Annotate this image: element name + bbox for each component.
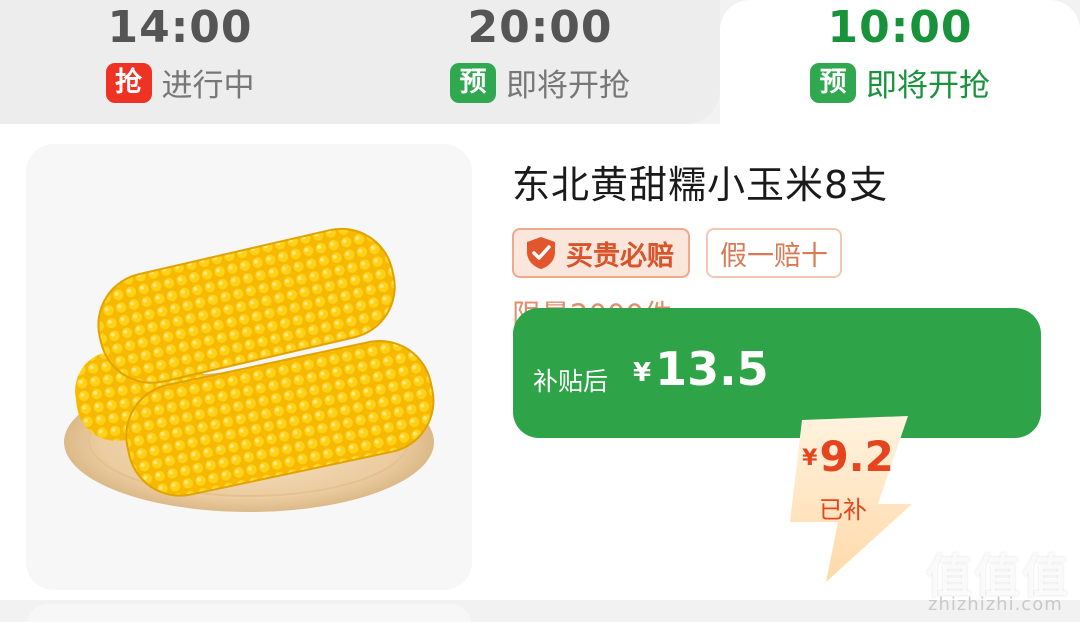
price-guarantee-label: 买贵必赔 — [566, 240, 674, 272]
subsidy-amount: ¥9.2 — [798, 432, 898, 481]
preview-badge: 预 — [450, 62, 496, 103]
tab-time: 10:00 — [827, 2, 973, 53]
session-tabbar: 14:00 抢 进行中 20:00 预 即将开抢 — [0, 0, 720, 124]
price-guarantee-tag: 买贵必赔 — [512, 228, 690, 278]
after-price-value: 13.5 — [655, 342, 769, 396]
product-image[interactable] — [26, 144, 472, 590]
tab-status-label: 进行中 — [161, 68, 255, 104]
currency-symbol: ¥ — [633, 358, 652, 388]
tag-row: 买贵必赔 假一赔十 — [512, 228, 842, 278]
reserve-price-bar[interactable]: 补贴后 ¥13.5 — [513, 308, 1041, 438]
tab-status: 预 即将开抢 — [360, 60, 720, 105]
grab-badge: 抢 — [105, 62, 152, 103]
tab-time: 20:00 — [467, 2, 613, 53]
preview-badge: 预 — [810, 62, 856, 103]
tab-10-00[interactable]: 10:00 预 即将开抢 — [720, 0, 1080, 124]
tab-14-00[interactable]: 14:00 抢 进行中 — [0, 0, 360, 124]
tab-status: 预 即将开抢 — [720, 60, 1080, 105]
currency-symbol: ¥ — [802, 446, 818, 471]
subsidy-label: 已补 — [819, 496, 867, 524]
watermark-url: zhizhizhi.com — [928, 594, 1063, 615]
subsidy-value: 9.2 — [819, 432, 894, 481]
tab-status-label: 即将开抢 — [506, 68, 630, 104]
next-card-image — [26, 604, 472, 622]
corn-image — [64, 227, 435, 512]
product-title[interactable]: 东北黄甜糯小玉米8支 — [512, 154, 888, 209]
after-subsidy-label: 补贴后 — [533, 367, 609, 396]
tab-status-label: 即将开抢 — [866, 68, 990, 104]
tab-20-00[interactable]: 20:00 预 即将开抢 — [360, 0, 720, 124]
after-subsidy-price: ¥13.5 — [633, 342, 769, 396]
shield-check-icon — [527, 237, 555, 269]
tab-time: 14:00 — [107, 2, 253, 53]
fake-compensation-tag: 假一赔十 — [706, 228, 842, 278]
tab-status: 抢 进行中 — [0, 60, 360, 105]
bell-icon — [940, 448, 980, 498]
